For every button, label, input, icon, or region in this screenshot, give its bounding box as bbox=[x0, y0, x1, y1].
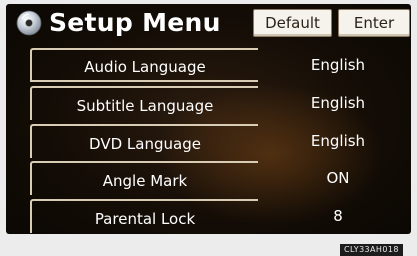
menu-row-audio-language: Audio Language English bbox=[6, 48, 411, 84]
subtitle-language-button[interactable]: Subtitle Language bbox=[30, 86, 258, 120]
disc-icon bbox=[16, 10, 42, 36]
menu-row-angle-mark: Angle Mark ON bbox=[6, 161, 411, 197]
setup-menu-screen: Setup Menu Default Enter Audio Language … bbox=[6, 4, 411, 234]
subtitle-language-value: English bbox=[310, 94, 366, 112]
audio-language-value: English bbox=[310, 56, 366, 74]
menu-row-subtitle-language: Subtitle Language English bbox=[6, 86, 411, 122]
page-title: Setup Menu bbox=[49, 8, 221, 37]
header-bar: Setup Menu Default Enter bbox=[6, 4, 411, 44]
parental-lock-button[interactable]: Parental Lock bbox=[30, 199, 258, 233]
default-button[interactable]: Default bbox=[253, 9, 332, 37]
audio-language-button[interactable]: Audio Language bbox=[30, 48, 258, 82]
parental-lock-value: 8 bbox=[333, 207, 343, 225]
figure-code-label: CLY33AH018 bbox=[340, 244, 403, 256]
angle-mark-value: ON bbox=[326, 169, 350, 187]
dvd-language-value: English bbox=[310, 132, 366, 150]
menu-row-dvd-language: DVD Language English bbox=[6, 124, 411, 160]
angle-mark-button[interactable]: Angle Mark bbox=[30, 161, 258, 195]
dvd-language-button[interactable]: DVD Language bbox=[30, 124, 258, 158]
menu-row-parental-lock: Parental Lock 8 bbox=[6, 199, 411, 234]
enter-button[interactable]: Enter bbox=[338, 9, 410, 37]
